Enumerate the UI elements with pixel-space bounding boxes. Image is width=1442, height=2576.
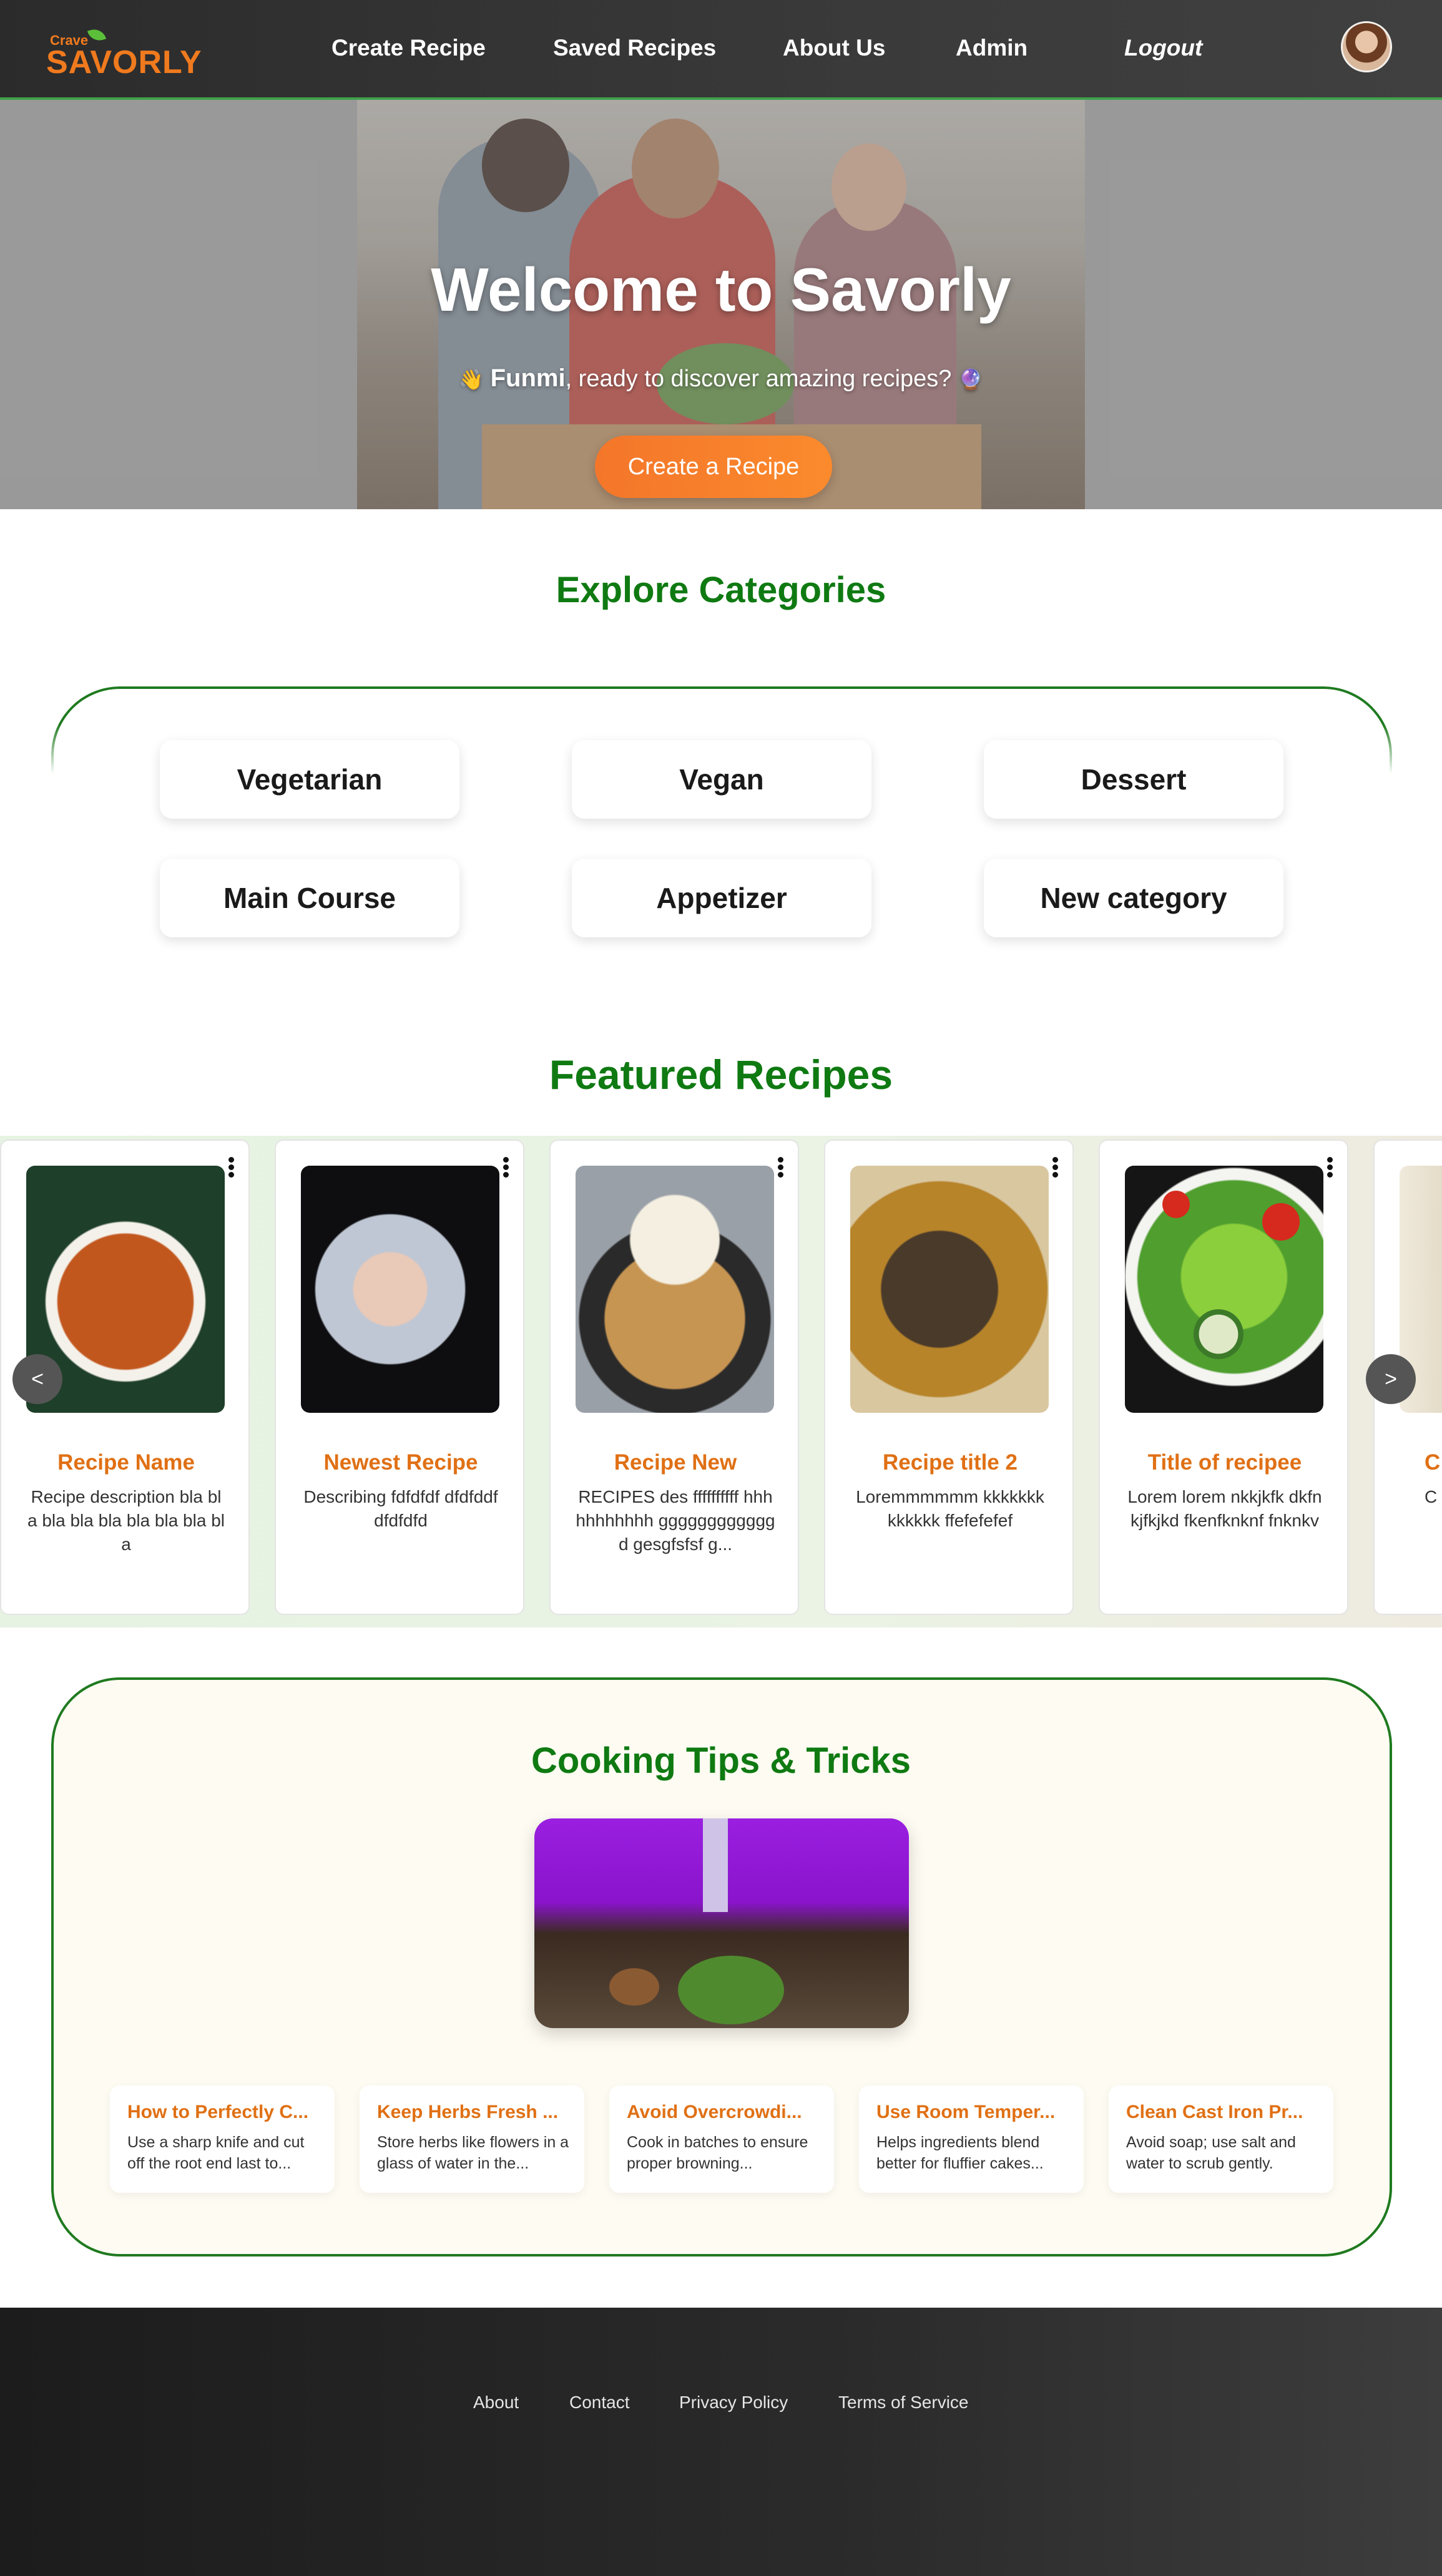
hero-banner: Welcome to Savorly 👋 Funmi, ready to dis… xyxy=(0,100,1442,509)
recipe-name: Title of recipee xyxy=(1147,1450,1302,1475)
featured-title: Featured Recipes xyxy=(549,1051,893,1098)
carousel-next-button[interactable]: > xyxy=(1366,1354,1416,1404)
sparkle-icon: 🔮 xyxy=(958,368,983,391)
recipe-description: Loremmmmmm kkkkkkk kkkkkk ffefefefef xyxy=(856,1487,1044,1530)
footer-privacy-link[interactable]: Privacy Policy xyxy=(679,2393,788,2413)
recipe-description: C frag ric xyxy=(1425,1487,1442,1506)
recipe-description: RECIPES des ffffffffff hhhhhhhhhhh ggggg… xyxy=(576,1487,775,1554)
tip-card[interactable]: Keep Herbs Fresh ... Store herbs like fl… xyxy=(360,2086,584,2193)
tip-card[interactable]: Avoid Overcrowdi... Cook in batches to e… xyxy=(609,2086,834,2193)
category-vegan[interactable]: Vegan xyxy=(572,740,871,819)
more-options-icon[interactable] xyxy=(1051,1157,1059,1179)
footer-terms-link[interactable]: Terms of Service xyxy=(838,2393,969,2413)
nav-logout[interactable]: Logout xyxy=(1124,35,1202,61)
nav-create-recipe[interactable]: Create Recipe xyxy=(331,35,486,61)
hero-username: Funmi xyxy=(490,364,566,392)
category-new-category[interactable]: New category xyxy=(984,859,1283,937)
tips-image xyxy=(534,1818,909,2028)
hero-subtitle-text: , ready to discover amazing recipes? xyxy=(565,366,952,392)
tip-text: Use a sharp knife and cut off the root e… xyxy=(127,2134,305,2172)
hero-subtitle: 👋 Funmi, ready to discover amazing recip… xyxy=(0,364,1442,393)
tip-title: Clean Cast Iron Pr... xyxy=(1126,2102,1303,2122)
tip-title: Use Room Temper... xyxy=(876,2102,1056,2122)
tip-text: Avoid soap; use salt and water to scrub … xyxy=(1126,2134,1296,2172)
nav-admin[interactable]: Admin xyxy=(956,35,1028,61)
featured-carousel: Recipe Name Recipe description bla bla b… xyxy=(0,1136,1442,1627)
logo-brand: SAVORLY xyxy=(46,44,202,80)
wave-icon: 👋 xyxy=(459,368,484,391)
recipe-card[interactable]: Recipe title 2 Loremmmmmm kkkkkkk kkkkkk… xyxy=(824,1139,1074,1615)
recipe-card[interactable]: Title of recipee Lorem lorem nkkjkfk dkf… xyxy=(1099,1139,1348,1615)
recipe-description: Lorem lorem nkkjkfk dkfnkjfkjkd fkenfknk… xyxy=(1127,1487,1322,1530)
tip-title: How to Perfectly C... xyxy=(127,2102,309,2122)
tip-title: Keep Herbs Fresh ... xyxy=(377,2102,559,2122)
footer-about-link[interactable]: About xyxy=(473,2393,519,2413)
create-recipe-button[interactable]: Create a Recipe xyxy=(595,436,832,498)
tip-card[interactable]: How to Perfectly C... Use a sharp knife … xyxy=(110,2086,335,2193)
recipe-image xyxy=(576,1166,774,1413)
recipe-image xyxy=(1125,1166,1323,1413)
categories-title: Explore Categories xyxy=(556,570,886,610)
recipe-name: Recipe title 2 xyxy=(883,1450,1018,1475)
category-dessert[interactable]: Dessert xyxy=(984,740,1283,819)
more-options-icon[interactable] xyxy=(777,1157,784,1179)
user-avatar[interactable] xyxy=(1341,21,1392,72)
tips-title: Cooking Tips & Tricks xyxy=(531,1740,911,1781)
tip-text: Cook in batches to ensure proper brownin… xyxy=(627,2134,808,2172)
recipe-card[interactable]: Newest Recipe Describing fdfdfdf dfdfddf… xyxy=(275,1139,524,1615)
leaf-icon xyxy=(87,26,107,44)
tip-title: Avoid Overcrowdi... xyxy=(627,2102,802,2122)
nav-saved-recipes[interactable]: Saved Recipes xyxy=(553,35,716,61)
category-vegetarian[interactable]: Vegetarian xyxy=(160,740,459,819)
more-options-icon[interactable] xyxy=(1326,1157,1333,1179)
tip-card[interactable]: Clean Cast Iron Pr... Avoid soap; use sa… xyxy=(1109,2086,1333,2193)
more-options-icon[interactable] xyxy=(502,1157,509,1179)
more-options-icon[interactable] xyxy=(227,1157,235,1179)
navbar: Crave SAVORLY Create Recipe Saved Recipe… xyxy=(0,0,1442,100)
recipe-image xyxy=(850,1166,1049,1413)
savorly-logo[interactable]: Crave SAVORLY xyxy=(46,26,202,80)
footer: About Contact Privacy Policy Terms of Se… xyxy=(0,2308,1442,2576)
hero-title: Welcome to Savorly xyxy=(431,255,1011,324)
tip-text: Helps ingredients blend better for fluff… xyxy=(876,2134,1044,2172)
tip-card[interactable]: Use Room Temper... Helps ingredients ble… xyxy=(859,2086,1084,2193)
nav-about-us[interactable]: About Us xyxy=(783,35,885,61)
category-appetizer[interactable]: Appetizer xyxy=(572,859,871,937)
tip-text: Store herbs like flowers in a glass of w… xyxy=(377,2134,569,2172)
carousel-prev-button[interactable]: < xyxy=(12,1354,62,1404)
footer-contact-link[interactable]: Contact xyxy=(569,2393,630,2413)
recipe-name: Recipe Name xyxy=(57,1450,195,1475)
recipe-description: Describing fdfdfdf dfdfddf dfdfdfd xyxy=(303,1487,498,1530)
recipe-image xyxy=(301,1166,499,1413)
recipe-card[interactable]: Recipe New RECIPES des ffffffffff hhhhhh… xyxy=(549,1139,799,1615)
recipe-description: Recipe description bla bla bla bla bla b… xyxy=(27,1487,225,1554)
category-main-course[interactable]: Main Course xyxy=(160,859,459,937)
recipe-name: Recipe New xyxy=(614,1450,737,1475)
recipe-name: C xyxy=(1425,1450,1441,1475)
recipe-name: Newest Recipe xyxy=(323,1450,478,1475)
